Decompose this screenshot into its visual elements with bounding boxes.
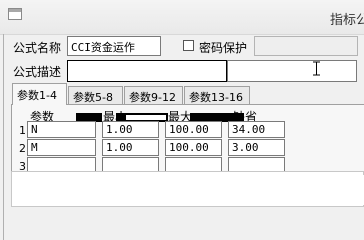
password-protect-label: 密码保护 xyxy=(199,41,248,55)
tab-params-5-8[interactable]: 参数5-8 xyxy=(68,86,123,104)
window-icon xyxy=(8,8,22,20)
tab-params-13-16[interactable]: 参数13-16 xyxy=(184,86,250,104)
param-min-cell[interactable]: 1.00 xyxy=(102,139,159,156)
param-default-cell[interactable]: 3.00 xyxy=(228,139,285,156)
formula-desc-input[interactable] xyxy=(67,60,227,82)
text-cursor-icon xyxy=(313,61,320,76)
param-name-cell[interactable]: N xyxy=(27,121,96,138)
formula-desc-label: 公式描述 xyxy=(13,65,62,79)
formula-desc-input-extension[interactable] xyxy=(227,60,357,82)
param-name-cell[interactable]: M xyxy=(27,139,96,156)
formula-name-label: 公式名称 xyxy=(13,41,62,55)
param-default-cell[interactable]: 34.00 xyxy=(228,121,285,138)
redaction-mark xyxy=(126,115,166,120)
formula-name-input[interactable]: CCI资金运作 xyxy=(67,36,161,56)
tab-params-1-4[interactable]: 参数1-4 xyxy=(12,83,67,105)
tab-params-9-12[interactable]: 参数9-12 xyxy=(124,86,183,104)
row-number: 1 xyxy=(19,124,26,137)
row-number: 2 xyxy=(19,142,26,155)
window-title: 指标公 xyxy=(330,13,364,28)
title-bar: 指标公 xyxy=(0,0,364,35)
password-input xyxy=(254,36,358,56)
window-left-border xyxy=(3,34,4,240)
param-max-cell[interactable]: 100.00 xyxy=(165,139,222,156)
param-min-cell[interactable]: 1.00 xyxy=(102,121,159,138)
formula-editor-area xyxy=(196,175,364,205)
password-protect-checkbox[interactable] xyxy=(183,40,194,51)
param-max-cell[interactable]: 100.00 xyxy=(165,121,222,138)
